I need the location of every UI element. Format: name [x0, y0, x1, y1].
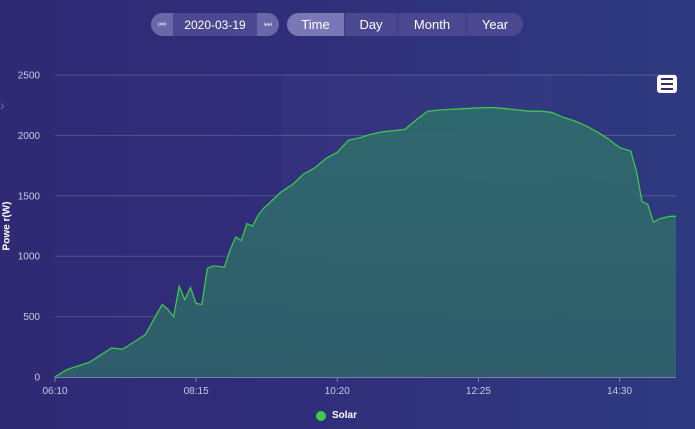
x-tick-label: 12:25 — [466, 386, 491, 397]
y-tick-label: 2000 — [18, 131, 41, 142]
legend-solar-marker — [316, 410, 326, 421]
y-tick-label: 2500 — [18, 71, 41, 82]
x-tick-label: 08:15 — [184, 386, 209, 397]
y-tick-label: 500 — [23, 312, 40, 323]
y-tick-label: 0 — [34, 373, 40, 384]
y-tick-label: 1000 — [18, 252, 41, 263]
legend-solar-label: Solar — [332, 410, 358, 421]
power-chart: 0 500 1000 1500 2000 2500 06:10 08:15 10:20 12:25… — [18, 71, 676, 397]
series-area-solar — [55, 107, 676, 377]
x-tick-label: 14:30 — [607, 386, 632, 397]
x-tick-label: 06:10 — [42, 386, 67, 397]
y-tick-label: 1500 — [18, 191, 41, 202]
x-tick-label: 10:20 — [325, 386, 350, 397]
legend[interactable]: Solar — [316, 410, 357, 421]
